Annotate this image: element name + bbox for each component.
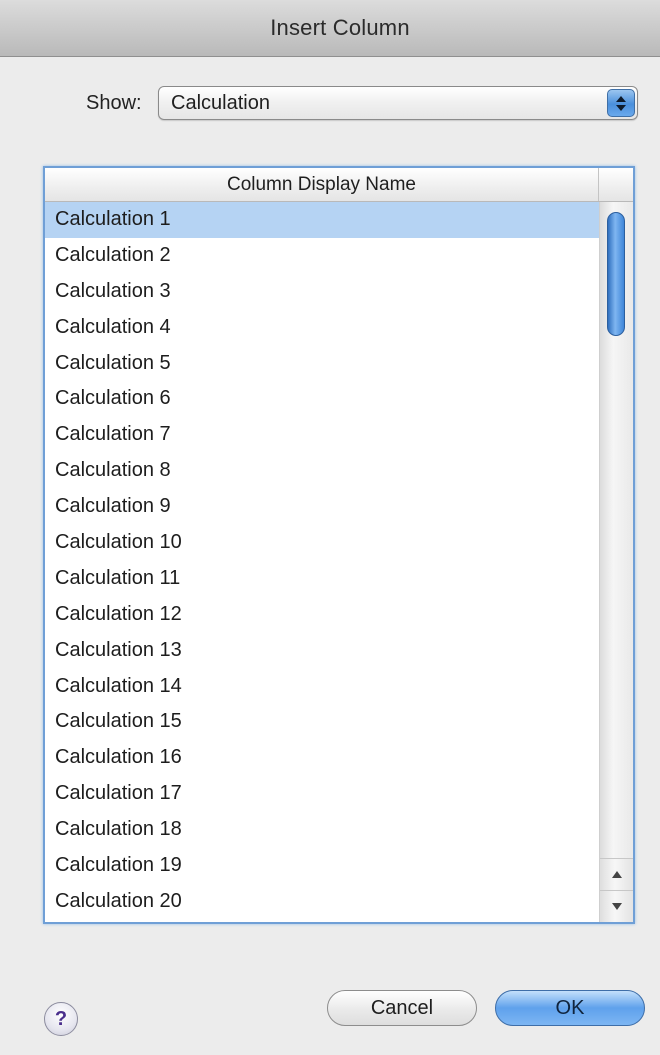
table-row[interactable]: Calculation 11 <box>45 561 599 597</box>
table-row[interactable]: Calculation 6 <box>45 381 599 417</box>
table-row[interactable]: Calculation 15 <box>45 704 599 740</box>
arrow-up-icon <box>611 871 622 878</box>
help-button[interactable]: ? <box>44 1002 78 1036</box>
scroll-down-button[interactable] <box>600 890 633 922</box>
table-row[interactable]: Calculation 7 <box>45 417 599 453</box>
table-row[interactable]: Calculation 19 <box>45 848 599 884</box>
ok-button[interactable]: OK <box>495 990 645 1026</box>
vertical-scrollbar[interactable] <box>599 202 633 922</box>
table-row[interactable]: Calculation 14 <box>45 669 599 705</box>
show-label: Show: <box>86 92 142 114</box>
column-display-name-header[interactable]: Column Display Name <box>45 168 599 201</box>
arrow-down-icon <box>611 903 622 910</box>
table-row[interactable]: Calculation 17 <box>45 776 599 812</box>
show-popup-button[interactable]: Calculation <box>158 86 638 120</box>
scrollbar-thumb[interactable] <box>607 212 625 336</box>
table-row[interactable]: Calculation 9 <box>45 489 599 525</box>
table-row[interactable]: Calculation 20 <box>45 884 599 920</box>
table-row[interactable]: Calculation 13 <box>45 633 599 669</box>
header-corner <box>599 168 633 201</box>
dialog-title: Insert Column <box>270 15 410 40</box>
table-row[interactable]: Calculation 5 <box>45 346 599 382</box>
up-down-arrows-icon <box>607 89 635 117</box>
table-header: Column Display Name <box>45 168 633 202</box>
show-popup-value: Calculation <box>171 92 270 114</box>
table-row[interactable]: Calculation 4 <box>45 310 599 346</box>
table-rows: Calculation 1 Calculation 2 Calculation 3C… <box>45 202 599 920</box>
table-row[interactable]: Calculation 8 <box>45 453 599 489</box>
scroll-up-button[interactable] <box>600 858 633 890</box>
table-row[interactable]: Calculation 2 <box>45 238 599 274</box>
table-row[interactable]: Calculation 16 <box>45 740 599 776</box>
table-row[interactable]: Calculation 10 <box>45 525 599 561</box>
insert-column-dialog: Insert Column Show: Calculation Column D… <box>0 0 660 1055</box>
table-row[interactable]: Calculation 3 <box>45 274 599 310</box>
column-list-table[interactable]: Column Display Name Calculation 1 Calcula… <box>43 166 635 924</box>
cancel-button[interactable]: Cancel <box>327 990 477 1026</box>
table-row[interactable]: Calculation 18 <box>45 812 599 848</box>
table-row[interactable]: Calculation 12 <box>45 597 599 633</box>
show-row: Show: Calculation <box>0 86 660 122</box>
table-row[interactable]: Calculation 1 <box>45 202 599 238</box>
title-bar[interactable]: Insert Column <box>0 0 660 57</box>
